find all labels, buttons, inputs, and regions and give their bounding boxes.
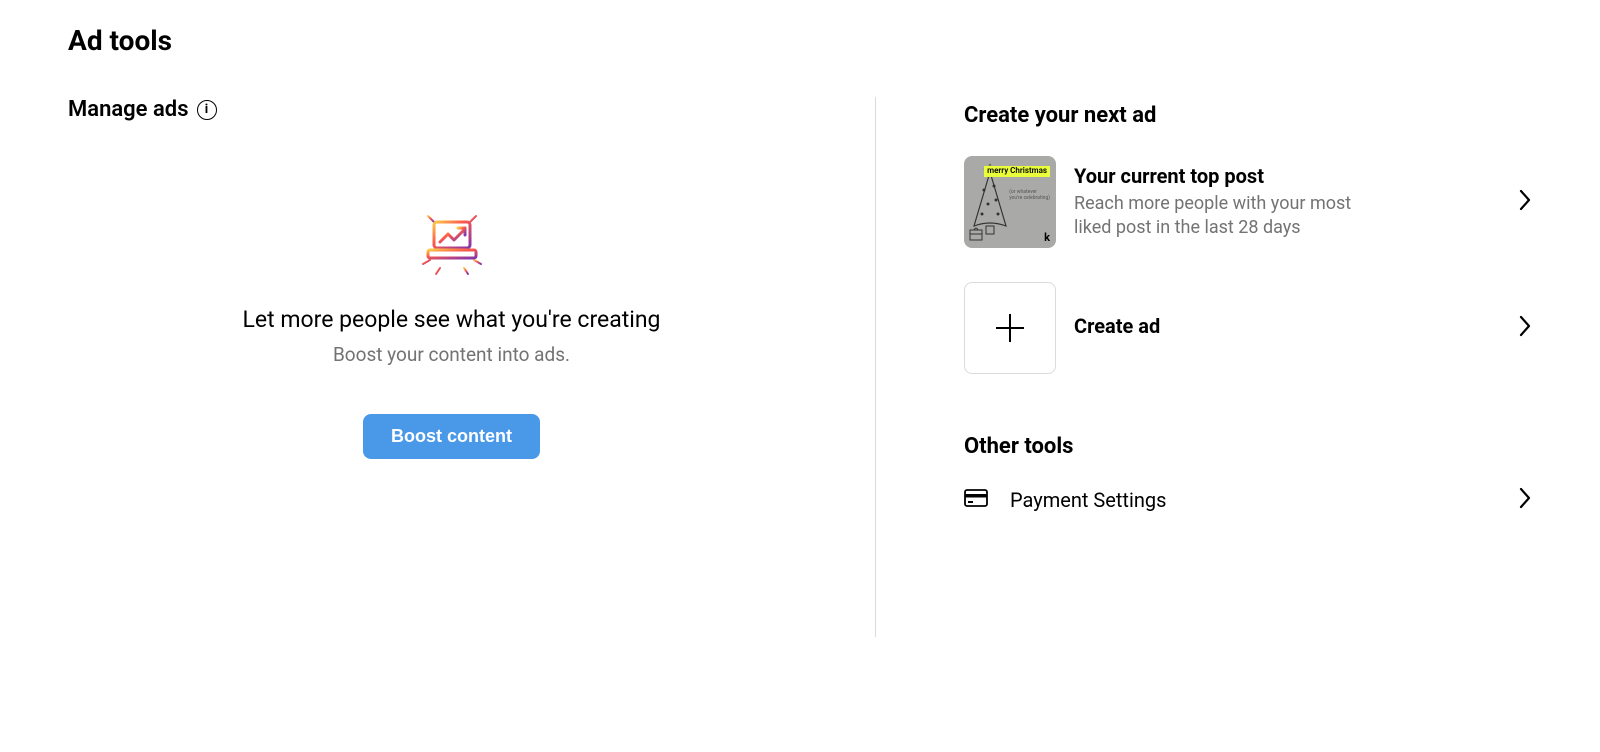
- payment-settings-label: Payment Settings: [1010, 488, 1496, 512]
- create-ad-thumbnail: [964, 282, 1056, 374]
- credit-card-icon: [964, 488, 988, 512]
- empty-state-title: Let more people see what you're creating: [243, 306, 661, 333]
- create-panel: Create your next ad: [876, 97, 1532, 637]
- boost-content-button[interactable]: Boost content: [363, 414, 540, 459]
- info-icon[interactable]: i: [197, 100, 217, 120]
- empty-state: Let more people see what you're creating…: [68, 202, 835, 459]
- top-post-thumbnail: merry Christmas (or whateveryou're celeb…: [964, 156, 1056, 248]
- thumb-corner-mark: k: [1044, 231, 1050, 244]
- create-ad-title: Create ad: [1074, 314, 1500, 338]
- thumb-badge-text: merry Christmas: [984, 166, 1050, 177]
- empty-state-subtitle: Boost your content into ads.: [333, 343, 570, 366]
- thumb-tiny-text: (or whateveryou're celebrating): [1009, 190, 1050, 201]
- other-tools-heading: Other tools: [964, 434, 1532, 459]
- chevron-right-icon: [1518, 315, 1532, 341]
- top-post-row[interactable]: merry Christmas (or whateveryou're celeb…: [964, 156, 1532, 248]
- manage-ads-heading: Manage ads i: [68, 97, 835, 122]
- manage-ads-heading-text: Manage ads: [68, 97, 189, 122]
- chevron-right-icon: [1518, 189, 1532, 215]
- page-title: Ad tools: [68, 24, 1532, 57]
- boost-illustration-icon: [412, 202, 492, 282]
- plus-icon: [993, 311, 1027, 345]
- manage-ads-panel: Manage ads i: [68, 97, 875, 637]
- top-post-subtitle: Reach more people with your most liked p…: [1074, 192, 1374, 241]
- payment-settings-row[interactable]: Payment Settings: [964, 487, 1532, 513]
- create-ad-row[interactable]: Create ad: [964, 282, 1532, 374]
- top-post-title: Your current top post: [1074, 164, 1500, 188]
- chevron-right-icon: [1518, 487, 1532, 513]
- create-next-ad-heading: Create your next ad: [964, 103, 1532, 128]
